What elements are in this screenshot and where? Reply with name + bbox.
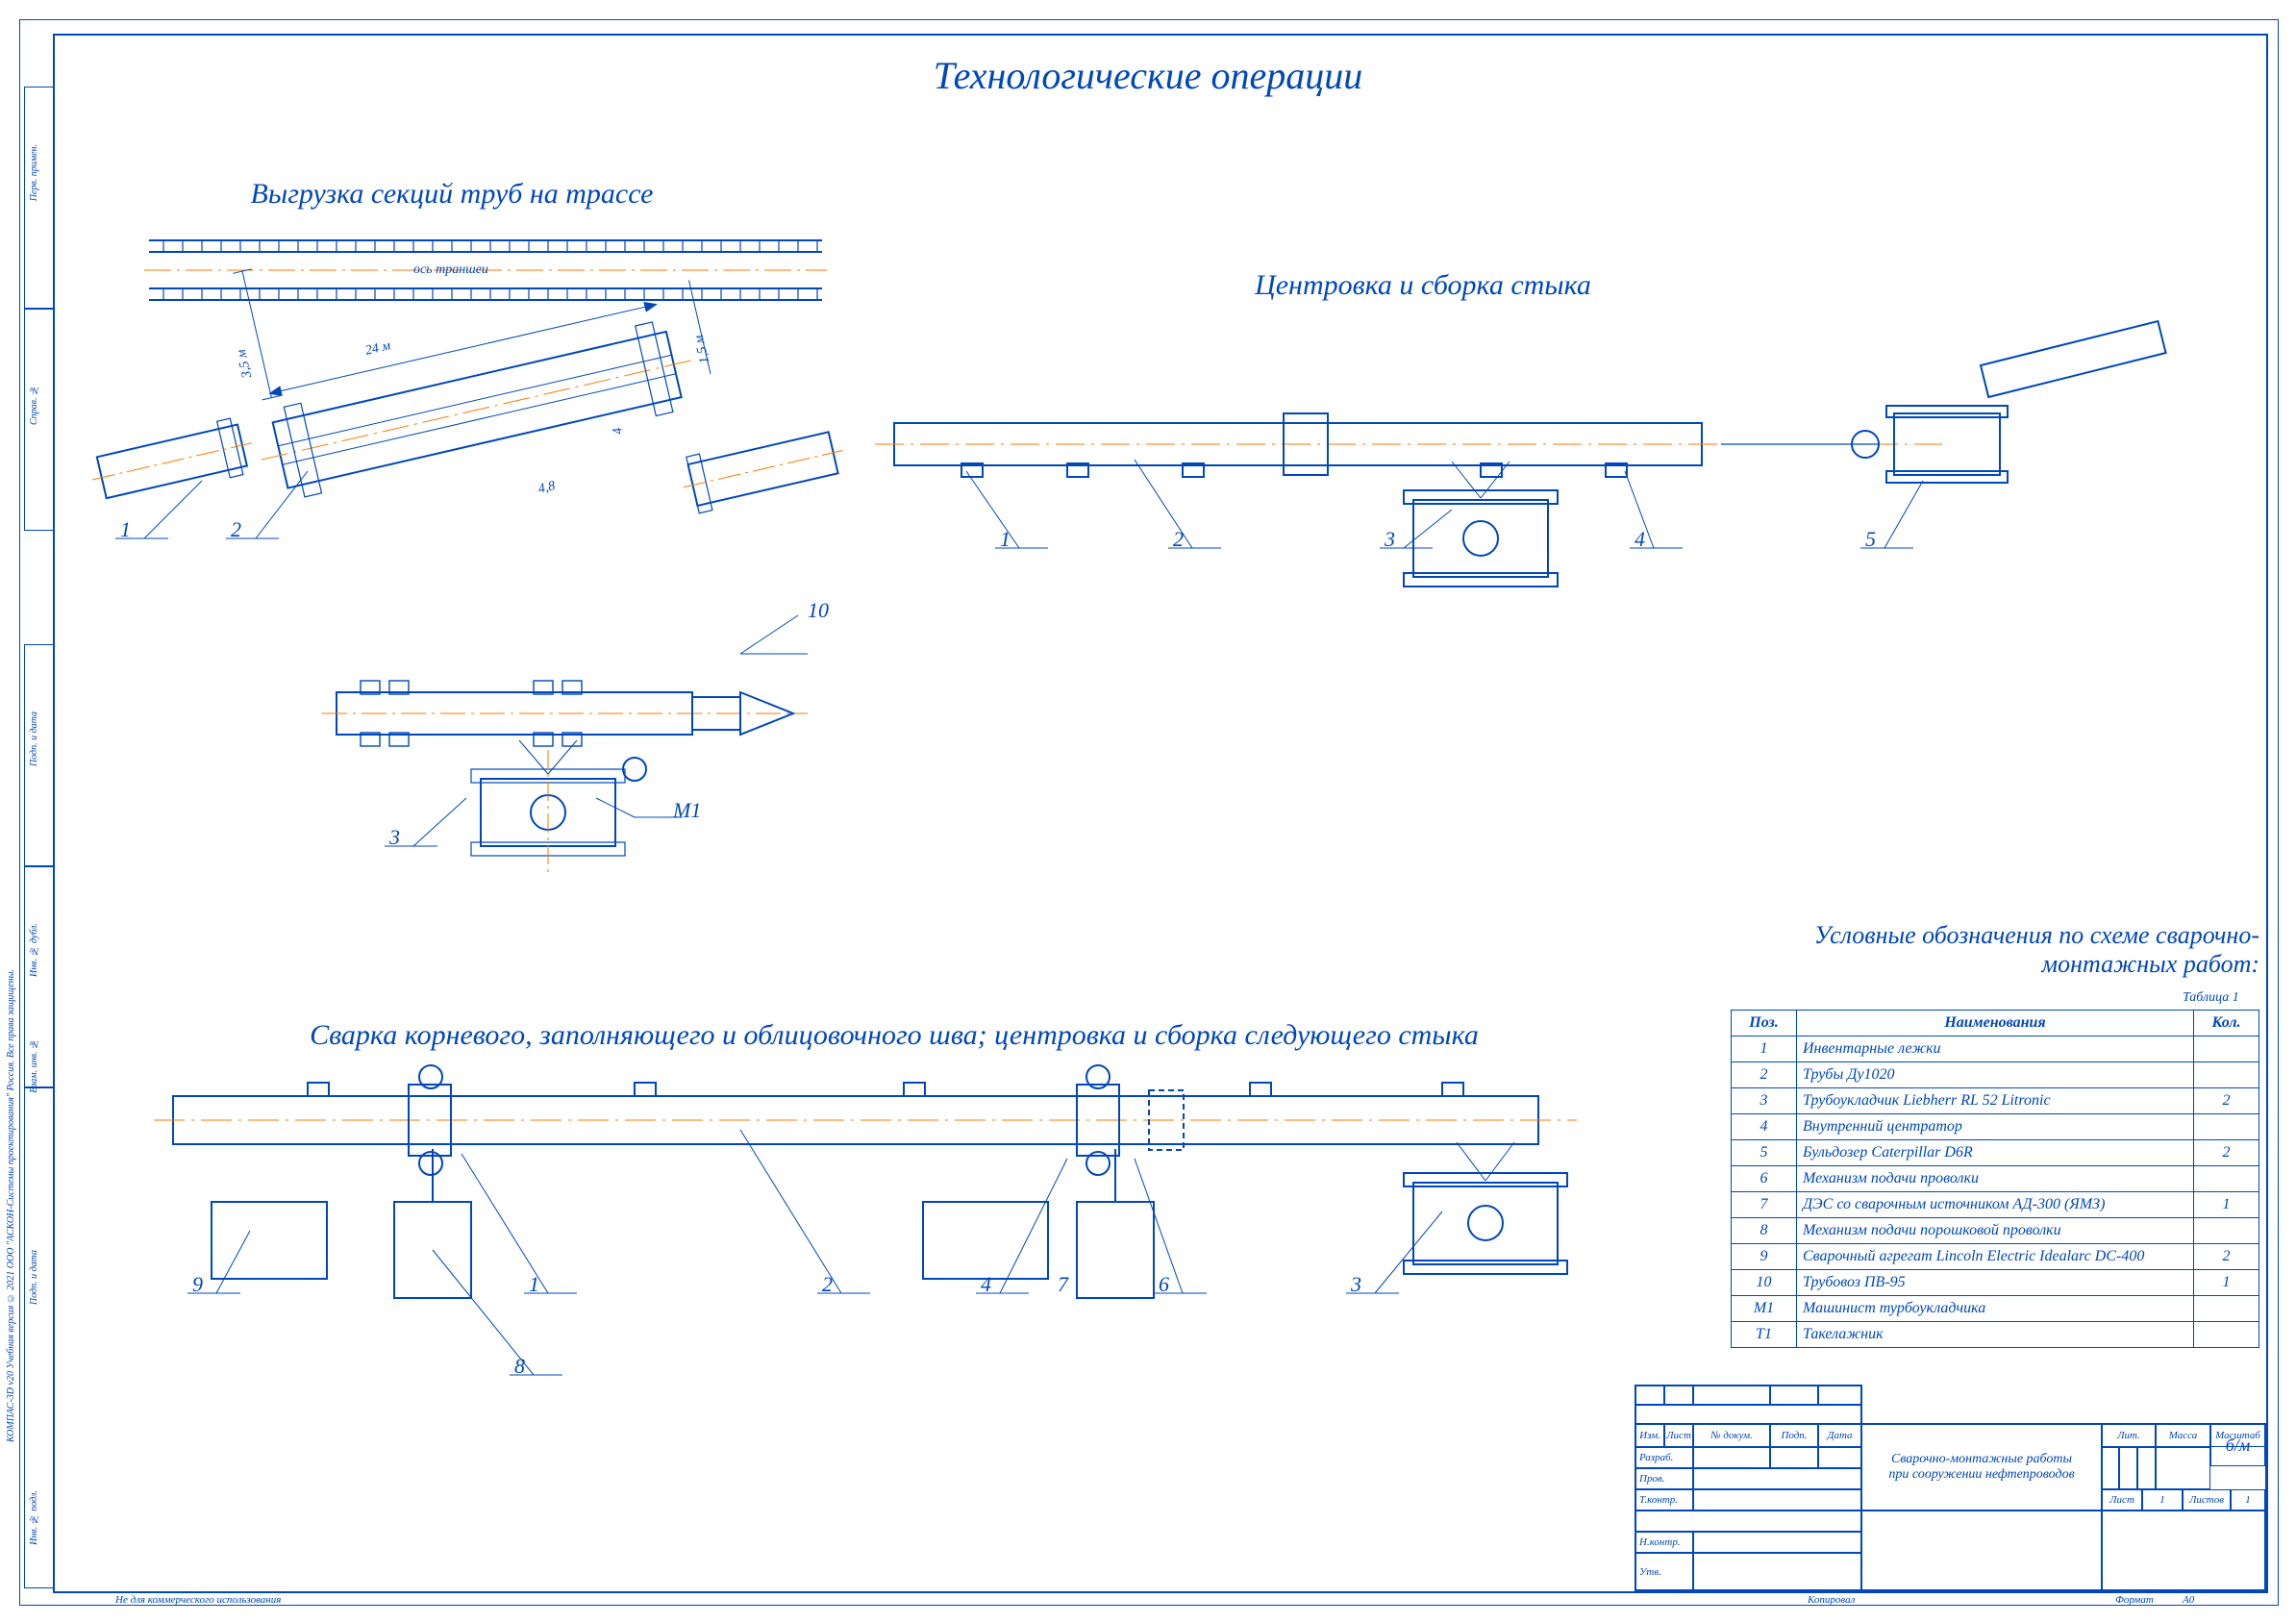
table-row: 2Трубы Ду1020 (1732, 1062, 2259, 1088)
table-row: 1Инвентарные лежки (1732, 1036, 2259, 1062)
co-s2-4: 4 (1635, 527, 1645, 552)
legend-col-name: Наименования (1797, 1011, 2194, 1036)
drawing-sheet: Технологические операции Выгрузка секций… (0, 0, 2296, 1623)
co-mid-3: 3 (389, 825, 400, 850)
footer-fmt: Формат (2115, 1594, 2154, 1606)
co-s3-7: 7 (1058, 1272, 1068, 1297)
co-s2-5: 5 (1865, 527, 1876, 552)
legend-table-label: Таблица 1 (2183, 990, 2239, 1006)
co-s2-1: 1 (1000, 527, 1011, 552)
side-kompas: КОМПАС-3D v20 Учебная версия © 2021 ООО … (6, 577, 16, 1442)
trench-axis-label: ось траншеи (413, 262, 488, 278)
co-s3-8: 8 (514, 1354, 525, 1379)
legend-col-pos: Поз. (1732, 1011, 1797, 1036)
co-s3-6: 6 (1159, 1272, 1169, 1297)
co-s3-9: 9 (192, 1272, 203, 1297)
title-block: Изм. Лист № докум. Подп. Дата Разраб. Пр… (1635, 1423, 2266, 1591)
side-podp2: Подп. и дата (29, 712, 39, 766)
footer-copy: Копировал (1808, 1594, 1855, 1606)
side-sprav: Справ. № (29, 385, 39, 425)
co-s3-1: 1 (529, 1272, 539, 1297)
side-vzam: Взам. инв. № (29, 1038, 39, 1093)
co-s1-2: 2 (231, 517, 241, 542)
co-s2-3: 3 (1385, 527, 1395, 552)
co-s3-4: 4 (981, 1272, 991, 1297)
table-row: 3Трубоукладчик Liebherr RL 52 Litronic2 (1732, 1088, 2259, 1114)
diagrams-svg (0, 0, 2296, 1623)
table-row: 10Трубовоз ПВ-951 (1732, 1270, 2259, 1296)
tb-title: Сварочно-монтажные работы при сооружении… (1861, 1424, 2102, 1511)
side-inv: Инв. № подл. (29, 1490, 39, 1545)
footer-a0: А0 (2183, 1594, 2194, 1606)
side-perv: Перв. примен. (29, 144, 39, 201)
table-row: 5Бульдозер Caterpillar D6R2 (1732, 1140, 2259, 1166)
footer-nc: Не для коммерческого использования (115, 1594, 281, 1606)
table-row: 7ДЭС со сварочным источником АД-300 (ЯМЗ… (1732, 1192, 2259, 1218)
side-dubl: Инв. № дубл. (29, 923, 39, 977)
table-row: М1Машинист турбоукладчика (1732, 1296, 2259, 1322)
co-s2-2: 2 (1173, 527, 1184, 552)
legend-heading: Условные обозначения по схеме сварочно-м… (1726, 921, 2259, 979)
co-s3-2: 2 (822, 1272, 833, 1297)
legend-col-qty: Кол. (2194, 1011, 2259, 1036)
table-row: Т1Такелажник (1732, 1322, 2259, 1348)
table-row: 4Внутренний центратор (1732, 1114, 2259, 1140)
co-mid-m1: М1 (673, 798, 701, 823)
table-row: 8Механизм подачи порошковой проволки (1732, 1218, 2259, 1244)
table-row: 6Механизм подачи проволки (1732, 1166, 2259, 1192)
table-row: 9Сварочный агрегат Lincoln Electric Idea… (1732, 1244, 2259, 1270)
side-podp: Подп. и дата (29, 1250, 39, 1305)
co-s3-3: 3 (1351, 1272, 1361, 1297)
co-s1-1: 1 (120, 517, 131, 542)
legend-table: Поз. Наименования Кол. 1Инвентарные лежк… (1731, 1010, 2259, 1348)
co-mid-10: 10 (808, 598, 829, 623)
rev-table (1635, 1385, 1862, 1425)
